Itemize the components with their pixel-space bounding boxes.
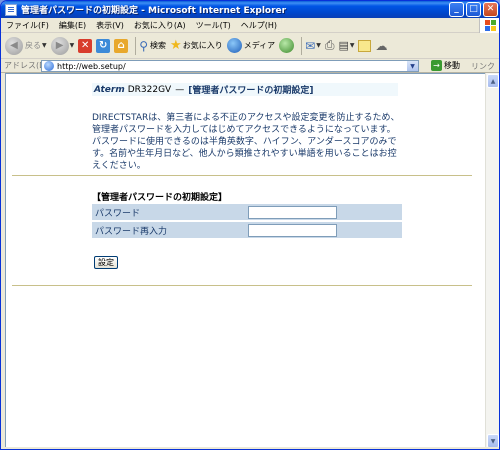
menu-favorites[interactable]: お気に入り(A) (129, 20, 191, 31)
back-arrow-icon: ◀ (5, 36, 23, 55)
address-url: http://web.setup/ (57, 61, 126, 71)
go-arrow-icon: → (431, 60, 442, 71)
chevron-down-icon: ▼ (316, 42, 321, 49)
go-button[interactable]: → 移動 (431, 60, 460, 71)
password-label: パスワード (92, 204, 246, 220)
media-icon (226, 38, 242, 53)
menu-file[interactable]: ファイル(F) (1, 20, 54, 31)
notes-button[interactable] (358, 39, 372, 52)
chevron-down-icon: ▼ (42, 42, 47, 49)
maximize-button[interactable]: □ (466, 2, 481, 17)
title-bar: 管理者パスワードの初期設定 - Microsoft Internet Explo… (1, 1, 499, 18)
back-label: 戻る (25, 41, 41, 50)
password-confirm-label: パスワード再入力 (92, 222, 246, 238)
stop-button[interactable]: ✕ (78, 38, 93, 53)
chevron-down-icon: ▼ (349, 42, 355, 49)
forward-button[interactable]: ▶ ▼ (50, 36, 75, 55)
toolbar: ◀ 戻る ▼ ▶ ▼ ✕ ↻ ⌂ ⚲ 検索 ★ お気に入り メディア ✉ ▼ ⎙… (1, 33, 499, 59)
password-confirm-input[interactable] (248, 223, 337, 237)
model-name: DR322GV (127, 84, 172, 95)
home-icon: ⌂ (114, 38, 129, 53)
toolbar-divider (135, 36, 137, 55)
menu-view[interactable]: 表示(V) (91, 20, 129, 31)
menu-edit[interactable]: 編集(E) (54, 20, 91, 31)
page-content: Aterm DR322GV — [管理者パスワードの初期設定] DIRECTST… (5, 73, 485, 449)
edit-icon: ▤ (338, 39, 349, 52)
scroll-down-icon[interactable]: ▼ (487, 434, 499, 448)
menu-help[interactable]: ヘルプ(H) (236, 20, 282, 31)
password-input[interactable] (248, 205, 337, 219)
edit-button[interactable]: ▤ ▼ (338, 39, 354, 52)
print-icon: ⎙ (324, 38, 335, 52)
browser-window: 管理者パスワードの初期設定 - Microsoft Internet Explo… (0, 0, 500, 450)
refresh-icon: ↻ (96, 38, 111, 53)
divider (12, 285, 472, 286)
home-button[interactable]: ⌂ (114, 38, 129, 53)
go-label: 移動 (444, 61, 460, 70)
section-title: 【管理者パスワードの初期設定】 (92, 193, 228, 203)
address-dropdown-icon[interactable]: ▼ (407, 61, 418, 71)
close-button[interactable]: ✕ (483, 2, 498, 17)
media-label: メディア (243, 41, 276, 50)
title-dash: — (175, 84, 185, 95)
set-button[interactable]: 設定 (94, 256, 118, 269)
password-row: パスワード (92, 204, 402, 220)
brand-logo: Aterm (94, 84, 125, 95)
notes-icon (358, 39, 372, 52)
favorites-button[interactable]: ★ お気に入り (170, 38, 223, 53)
description-text: DIRECTSTARは、第三者による不正のアクセスや設定変更を防止するため、管理… (92, 113, 400, 171)
favorites-label: お気に入り (182, 41, 223, 50)
back-button[interactable]: ◀ 戻る ▼ (5, 36, 47, 55)
password-confirm-row: パスワード再入力 (92, 222, 402, 238)
stop-icon: ✕ (78, 38, 93, 53)
chevron-down-icon: ▼ (69, 42, 75, 49)
window-title: 管理者パスワードの初期設定 - Microsoft Internet Explo… (21, 6, 287, 16)
links-toolbar[interactable]: リンク (471, 61, 495, 72)
history-button[interactable] (279, 38, 295, 53)
messenger-button[interactable]: ☁ (375, 39, 387, 53)
page-header: Aterm DR322GV — [管理者パスワードの初期設定] (92, 83, 398, 96)
search-button[interactable]: ⚲ 検索 (139, 39, 166, 53)
media-button[interactable]: メディア (226, 38, 276, 53)
page-title: [管理者パスワードの初期設定] (188, 86, 314, 96)
mail-icon: ✉ (305, 38, 316, 53)
search-icon: ⚲ (139, 38, 149, 53)
refresh-button[interactable]: ↻ (96, 38, 111, 53)
ie-page-icon (44, 61, 54, 71)
address-bar: アドレス(D) http://web.setup/ ▼ → 移動 リンク (1, 59, 499, 73)
star-icon: ★ (170, 38, 182, 53)
toolbar-divider (301, 36, 303, 55)
history-icon (279, 38, 295, 53)
minimize-button[interactable]: _ (449, 2, 464, 17)
scroll-up-icon[interactable]: ▲ (487, 74, 499, 88)
divider (12, 175, 472, 176)
vertical-scrollbar[interactable]: ▲ ▼ (485, 73, 499, 449)
search-label: 検索 (150, 41, 167, 50)
menu-bar: ファイル(F) 編集(E) 表示(V) お気に入り(A) ツール(T) ヘルプ(… (1, 18, 499, 33)
print-button[interactable]: ⎙ (325, 38, 335, 53)
mail-button[interactable]: ✉ ▼ (305, 39, 321, 53)
page-icon (5, 3, 17, 16)
forward-arrow-icon: ▶ (50, 36, 69, 55)
menu-tools[interactable]: ツール(T) (191, 20, 236, 31)
messenger-icon: ☁ (375, 38, 388, 53)
address-input[interactable]: http://web.setup/ ▼ (41, 60, 419, 72)
windows-logo-icon (479, 18, 499, 33)
